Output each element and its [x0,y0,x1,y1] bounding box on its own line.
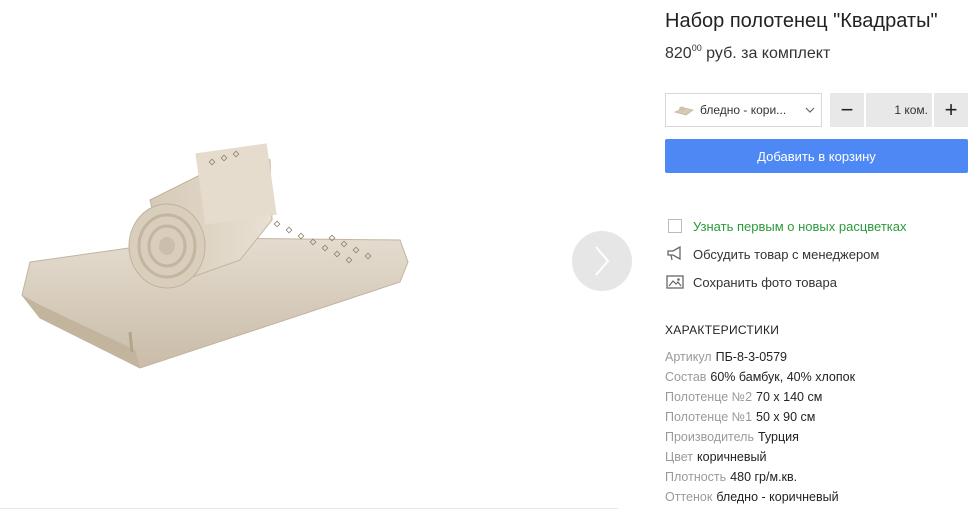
product-image [21,143,409,369]
price-cents: 00 [691,43,702,53]
save-photo-label[interactable]: Сохранить фото товара [693,275,837,290]
spec-key: Цвет [665,450,694,464]
spec-value: Турция [757,430,799,444]
megaphone-icon [665,245,685,263]
spec-row: Состав 60% бамбук, 40% хлопок [665,367,855,387]
discuss-label[interactable]: Обсудить товар с менеджером [693,247,879,262]
quantity-decrease-button[interactable]: − [830,93,864,127]
variant-label: бледно - кори... [700,103,787,117]
notify-label[interactable]: Узнать первым о новых расцветках [693,219,906,234]
variant-select[interactable]: бледно - кори... [665,93,822,127]
chevron-down-icon [805,107,815,113]
specs-list: Артикул ПБ-8-3-0579 Состав 60% бамбук, 40%… [665,347,855,507]
save-photo-link[interactable]: Сохранить фото товара [665,273,837,291]
product-gallery [0,0,640,511]
divider [0,508,618,509]
spec-key: Плотность [665,470,727,484]
discuss-with-manager-link[interactable]: Обсудить товар с менеджером [665,245,879,263]
spec-row: Полотенце №1 50 х 90 см [665,407,855,427]
checkbox-wrapper [665,217,685,235]
quantity-input[interactable]: 1 ком. [866,93,932,127]
spec-row: Полотенце №2 70 х 140 см [665,387,855,407]
spec-value: ПБ-8-3-0579 [715,350,787,364]
spec-key: Артикул [665,350,712,364]
spec-key: Оттенок [665,490,713,504]
spec-value: 50 х 90 см [756,410,816,424]
spec-key: Производитель [665,430,754,444]
quantity-increase-button[interactable]: + [934,93,968,127]
spec-row: Цвет коричневый [665,447,855,467]
next-image-button[interactable] [572,231,632,291]
spec-key: Полотенце №2 [665,390,753,404]
price-suffix: руб. за комплект [701,45,831,62]
spec-value: 70 х 140 см [756,390,823,404]
spec-value: бледно - коричневый [716,490,839,504]
image-icon [665,273,685,291]
add-to-cart-button[interactable]: Добавить в корзину [665,139,968,173]
notify-new-colors-option[interactable]: Узнать первым о новых расцветках [665,217,906,235]
spec-row: Оттенок бледно - коричневый [665,487,855,507]
product-price: 82000 руб. за комплект [665,43,831,63]
specs-heading: ХАРАКТЕРИСТИКИ [665,323,780,337]
notify-checkbox[interactable] [668,219,682,233]
spec-row: Плотность 480 гр/м.кв. [665,467,855,487]
spec-key: Состав [665,370,707,384]
product-title: Набор полотенец "Квадраты" [665,10,938,32]
spec-row: Артикул ПБ-8-3-0579 [665,347,855,367]
spec-value: коричневый [697,450,767,464]
spec-key: Полотенце №1 [665,410,753,424]
spec-value: 480 гр/м.кв. [730,470,798,484]
towel-thumbnail-icon [674,106,694,116]
spec-row: Производитель Турция [665,427,855,447]
chevron-right-icon [595,246,610,276]
spec-value: 60% бамбук, 40% хлопок [710,370,856,384]
price-main: 820 [665,45,692,62]
